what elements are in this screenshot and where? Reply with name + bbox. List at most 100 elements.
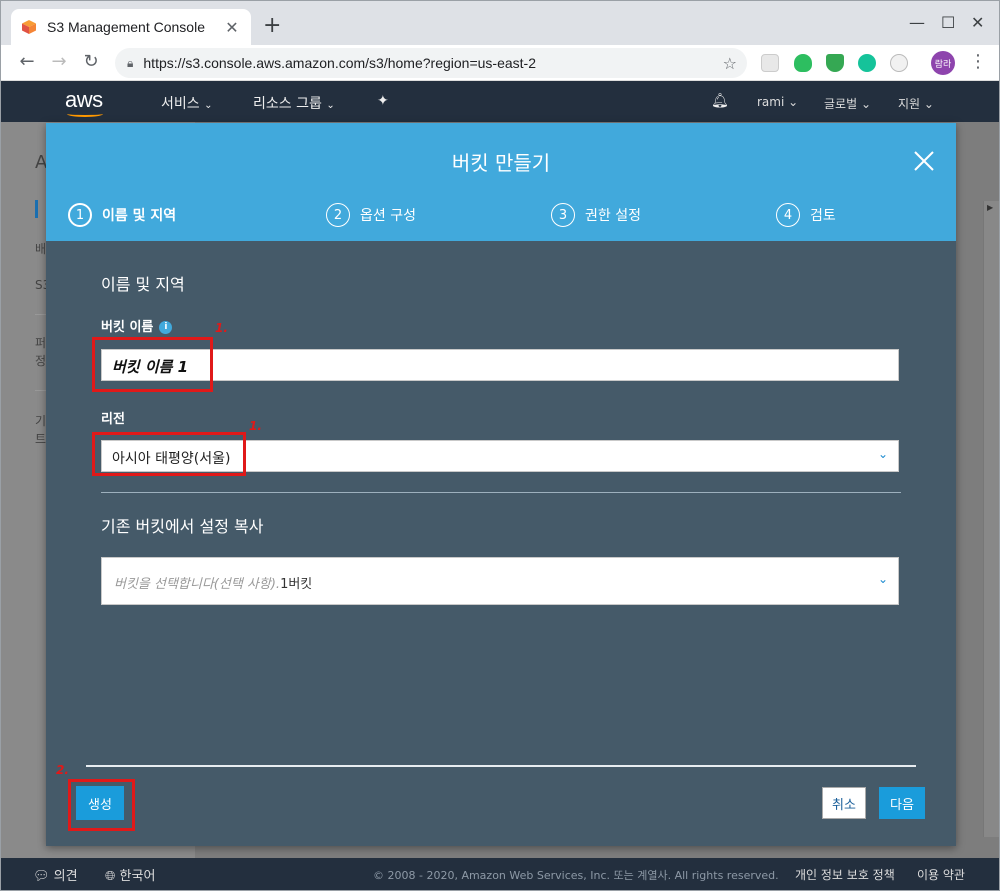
modal-header: 버킷 만들기 1 이름 및 지역 2 옵션 구성 3 권한 설정 4 검토 [46,123,956,241]
step-number: 1 [68,203,92,227]
minimize-button[interactable]: — [909,13,925,32]
chevron-down-icon: ⌄ [788,95,799,109]
bg-letter: 기 [35,414,47,428]
browser-toolbar: ← → ↻ 🔒︎ https://s3.console.aws.amazon.c… [1,45,999,81]
profile-avatar[interactable]: 람라 [931,51,955,75]
chevron-down-icon: ⌄ [860,97,872,111]
back-arrow-icon[interactable]: ← [15,51,39,72]
footer-divider [86,765,916,767]
user-menu[interactable]: rami ⌄ [757,95,798,109]
copy-bucket-placeholder: 버킷을 선택합니다(선택 사항).1버킷 [114,573,312,592]
close-icon[interactable] [912,149,936,173]
step-number: 4 [776,203,800,227]
copy-bucket-suffix: 1버킷 [280,577,313,592]
resource-groups-label: 리소스 그룹 [253,96,322,112]
language-selector[interactable]: 🌐︎ 한국어 [105,865,155,884]
services-menu[interactable]: 서비스 ⌄ [161,93,212,113]
bg-letter: 트 [35,432,47,446]
language-label: 한국어 [119,869,156,884]
chevron-down-icon: ⌄ [877,572,888,586]
url-text: https://s3.console.aws.amazon.com/s3/hom… [143,55,536,71]
annotation-marker-1: 1. [215,321,228,335]
step-name-region[interactable]: 1 이름 및 지역 [68,203,176,227]
bucket-name-input[interactable]: 버킷 이름 1 [101,349,899,381]
feedback-label: 의견 [53,869,78,884]
tab-title: S3 Management Console [47,19,205,35]
bucket-name-label-text: 버킷 이름 [101,320,154,335]
aws-footer: 💬︎ 의견 🌐︎ 한국어 © 2008 - 2020, Amazon Web S… [1,858,999,890]
shield-check-icon[interactable] [826,54,844,72]
info-icon[interactable]: i [159,321,173,334]
speech-bubble-icon: 💬︎ [33,869,50,884]
region-label: 리전 [101,412,125,427]
grammarly-icon[interactable] [858,54,876,72]
step-label: 권한 설정 [585,208,641,224]
annotation-box-create [68,779,135,831]
section-title: 이름 및 지역 [101,275,185,294]
next-button[interactable]: 다음 [879,787,925,819]
aws-logo-smile-icon [67,111,103,117]
aws-logo[interactable]: aws [65,87,103,113]
tab-close-icon[interactable]: ✕ [223,18,241,37]
step-label: 이름 및 지역 [102,208,177,224]
modal-title: 버킷 만들기 [451,151,551,175]
tab-strip: S3 Management Console ✕ + — ☐ ✕ [1,1,999,45]
annotation-marker-2: 2. [56,763,69,777]
feedback-link[interactable]: 💬︎ 의견 [33,865,78,884]
maximize-button[interactable]: ☐ [941,13,955,32]
support-label: 지원 [898,97,921,111]
copy-settings-title: 기존 버킷에서 설정 복사 [101,517,264,536]
step-permissions[interactable]: 3 권한 설정 [551,203,641,227]
terms-link[interactable]: 이용 약관 [917,866,965,883]
scroll-right-icon[interactable]: ▶ [987,203,993,212]
chevron-down-icon: ⌄ [326,100,335,111]
browser-window: S3 Management Console ✕ + — ☐ ✕ ← → ↻ 🔒︎… [0,0,1000,891]
step-options[interactable]: 2 옵션 구성 [326,203,416,227]
region-label: 글로벌 [824,97,858,111]
support-menu[interactable]: 지원 ⌄ [898,95,934,112]
chevron-down-icon: ⌄ [877,447,888,461]
user-label: rami [757,95,785,109]
step-label: 옵션 구성 [360,208,416,224]
step-review[interactable]: 4 검토 [776,203,836,227]
bookmark-star-icon[interactable]: ☆ [723,54,737,73]
notification-bell-icon[interactable]: 🔔︎ [711,93,729,109]
step-label: 검토 [810,208,836,224]
new-tab-button[interactable]: + [263,14,281,38]
forward-arrow-icon[interactable]: → [47,51,71,72]
reload-icon[interactable]: ↻ [79,51,103,72]
annotation-marker-1: 1. [249,419,262,433]
chevron-down-icon: ⌄ [923,97,934,111]
chevron-down-icon: ⌄ [204,100,213,111]
region-menu[interactable]: 글로벌 ⌄ [824,95,871,112]
step-number: 2 [326,203,350,227]
annotation-box-region [92,432,246,476]
services-label: 서비스 [161,96,200,112]
lock-icon: 🔒︎ [127,55,134,70]
pin-icon[interactable]: ✦ [377,93,389,109]
resource-groups-menu[interactable]: 리소스 그룹 ⌄ [253,93,335,113]
bg-accent-bar [35,200,38,218]
step-number: 3 [551,203,575,227]
extension-round-icon[interactable] [890,54,908,72]
annotation-box-bucket-name [92,337,213,392]
browser-menu-icon[interactable]: ⋮ [969,51,987,72]
privacy-link[interactable]: 개인 정보 보호 정책 [795,866,895,883]
bg-letter: 배 [35,242,47,256]
copy-bucket-select[interactable]: 버킷을 선택합니다(선택 사항).1버킷 ⌄ [101,557,899,605]
bg-letter: 퍼 [35,336,47,350]
copyright-text: © 2008 - 2020, Amazon Web Services, Inc.… [373,869,779,882]
create-bucket-modal: 버킷 만들기 1 이름 및 지역 2 옵션 구성 3 권한 설정 4 검토 이름… [46,123,956,846]
s3-cube-icon [22,20,36,34]
browser-tab[interactable]: S3 Management Console ✕ [11,9,251,45]
address-bar[interactable]: 🔒︎ https://s3.console.aws.amazon.com/s3/… [115,48,747,78]
evernote-icon[interactable] [794,54,812,72]
bucket-name-label: 버킷 이름 i [101,316,173,335]
close-window-button[interactable]: ✕ [971,13,984,32]
page-scrollbar[interactable]: ▶ [983,201,999,837]
aws-nav-bar: aws 서비스 ⌄ 리소스 그룹 ⌄ ✦ 🔔︎ rami ⌄ 글로벌 ⌄ 지원 … [1,81,999,122]
cancel-button[interactable]: 취소 [822,787,866,819]
extension-grid-icon[interactable] [761,54,779,72]
copy-bucket-placeholder-text: 버킷을 선택합니다(선택 사항). [114,577,281,592]
globe-icon: 🌐︎ [105,869,116,884]
